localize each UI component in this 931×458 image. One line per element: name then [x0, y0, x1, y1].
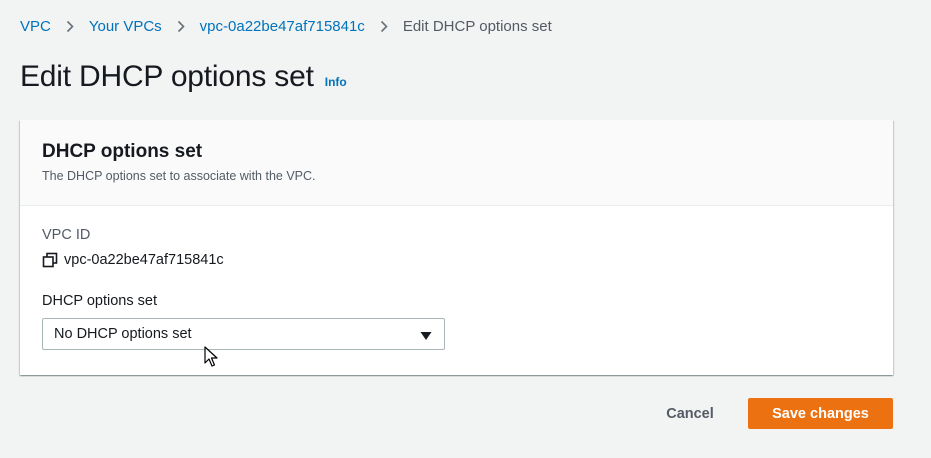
breadcrumb: VPC Your VPCs vpc-0a22be47af715841c Edit…	[20, 15, 552, 37]
mouse-cursor-icon	[204, 346, 218, 368]
dhcp-options-select[interactable]: No DHCP options set	[42, 318, 445, 350]
vpc-id-label: VPC ID	[42, 227, 91, 243]
panel-title: DHCP options set	[42, 141, 203, 162]
cancel-button[interactable]: Cancel	[652, 398, 728, 429]
caret-down-icon	[420, 329, 432, 340]
breadcrumb-vpc-id[interactable]: vpc-0a22be47af715841c	[200, 18, 365, 35]
panel-body: VPC ID vpc-0a22be47af715841c DHCP option…	[20, 206, 893, 350]
chevron-right-icon	[63, 20, 77, 33]
vpc-id-row: vpc-0a22be47af715841c	[42, 252, 871, 268]
dhcp-options-panel: DHCP options set The DHCP options set to…	[20, 120, 893, 375]
save-changes-button[interactable]: Save changes	[748, 398, 893, 429]
breadcrumb-vpc[interactable]: VPC	[20, 18, 51, 35]
copy-icon[interactable]	[42, 252, 58, 268]
chevron-right-icon	[377, 20, 391, 33]
breadcrumb-your-vpcs[interactable]: Your VPCs	[89, 18, 162, 35]
page-header: Edit DHCP options set Info	[20, 60, 347, 94]
dhcp-options-select-label: DHCP options set	[42, 293, 157, 309]
dhcp-options-select-value: No DHCP options set	[54, 326, 192, 342]
info-link[interactable]: Info	[325, 75, 347, 89]
panel-description: The DHCP options set to associate with t…	[42, 169, 316, 183]
chevron-right-icon	[174, 20, 188, 33]
panel-header: DHCP options set The DHCP options set to…	[20, 120, 893, 206]
page-title: Edit DHCP options set	[20, 60, 314, 93]
breadcrumb-current: Edit DHCP options set	[402, 17, 552, 35]
vpc-id-value: vpc-0a22be47af715841c	[64, 252, 224, 268]
